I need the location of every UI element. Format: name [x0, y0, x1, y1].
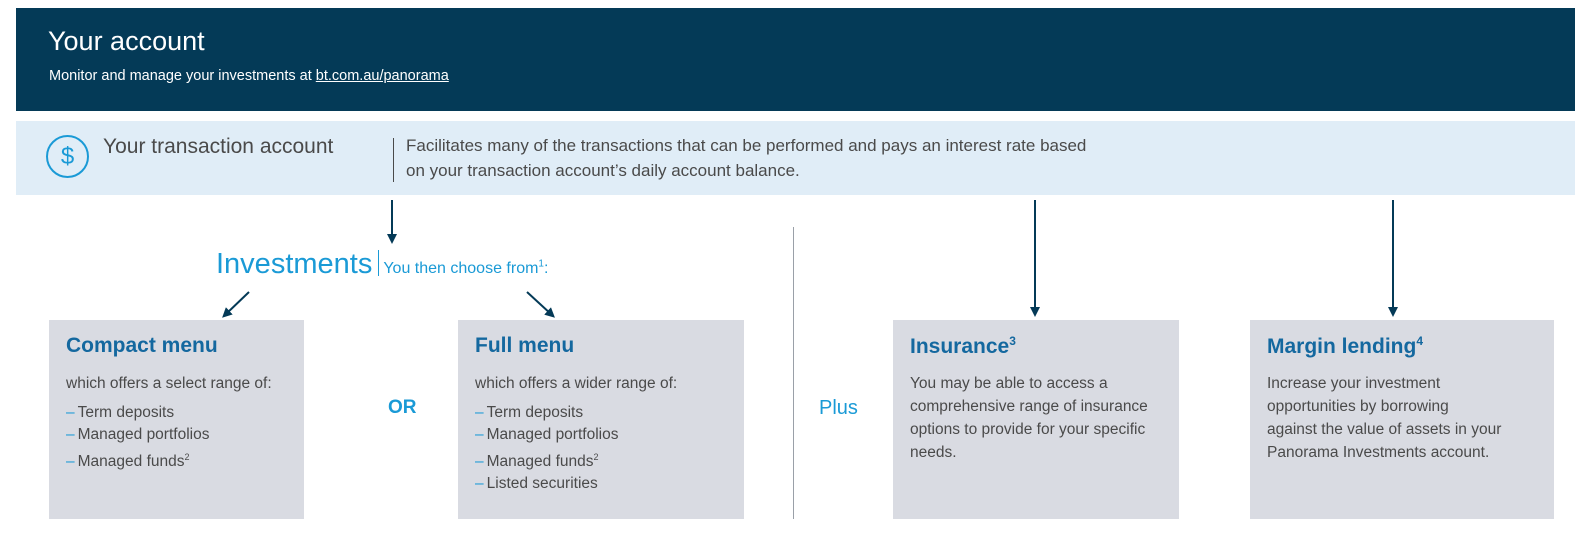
list-item-label: Managed portfolios	[486, 426, 619, 443]
margin-lending-box: Margin lending4 Increase your investment…	[1250, 320, 1554, 519]
list-item-label: Managed funds	[77, 453, 185, 471]
full-menu-list: – Term deposits – Managed portfolios – Mana…	[475, 402, 618, 495]
footnote-4: 4	[1416, 334, 1424, 348]
footnote-2: 2	[184, 452, 190, 462]
compact-menu-list: – Term deposits – Managed portfolios – Mana…	[66, 402, 209, 473]
margin-lending-text: Increase your investment opportunities b…	[1267, 375, 1502, 461]
footnote-2: 2	[593, 452, 599, 462]
investments-heading: Investments You then choose from1:	[216, 248, 548, 281]
investments-title: Investments	[216, 248, 373, 280]
arrow-to-compact-menu	[222, 291, 250, 318]
dash-marker: –	[475, 453, 484, 471]
dash-marker: –	[66, 404, 75, 421]
list-item-label: Term deposits	[486, 404, 584, 421]
margin-lending-title: Margin lending4	[1267, 334, 1423, 359]
compact-menu-intro: which offers a select range of:	[66, 375, 272, 392]
full-menu-intro: which offers a wider range of:	[475, 375, 678, 392]
compact-menu-box: Compact menu which offers a select range…	[49, 320, 304, 519]
dash-marker: –	[475, 426, 484, 443]
insurance-box: Insurance3 You may be able to access a c…	[893, 320, 1179, 519]
list-item: – Managed funds2	[66, 446, 209, 473]
arrow-to-full-menu	[526, 291, 555, 318]
list-item: – Managed funds2	[475, 446, 618, 473]
list-item: – Managed portfolios	[475, 424, 618, 446]
list-item-label: Managed funds	[486, 453, 594, 471]
plus-label: Plus	[819, 397, 858, 419]
dash-marker: –	[475, 404, 484, 421]
full-menu-box: Full menu which offers a wider range of:…	[458, 320, 744, 519]
dash-marker: –	[475, 475, 484, 493]
compact-menu-title: Compact menu	[66, 334, 218, 357]
list-item-label: Term deposits	[77, 404, 175, 421]
footnote-3: 3	[1009, 334, 1016, 348]
investments-divider	[378, 250, 380, 276]
list-item: – Managed portfolios	[66, 424, 209, 446]
list-item: – Term deposits	[475, 402, 618, 424]
list-item: – Term deposits	[66, 402, 209, 424]
list-item-label: Listed securities	[486, 475, 598, 493]
or-label: OR	[388, 397, 417, 418]
insurance-text: You may be able to access a comprehensiv…	[910, 375, 1148, 461]
dash-marker: –	[66, 426, 75, 443]
list-item-label: Managed portfolios	[77, 426, 210, 443]
section-divider	[793, 227, 794, 519]
investments-subtitle-text: You then choose from	[383, 260, 539, 277]
dash-marker: –	[66, 453, 75, 471]
margin-lending-title-text: Margin lending	[1267, 335, 1417, 358]
list-item: – Listed securities	[475, 473, 618, 495]
investments-subtitle: You then choose from1:	[383, 259, 549, 277]
insurance-title-text: Insurance	[910, 335, 1010, 358]
insurance-title: Insurance3	[910, 334, 1016, 359]
full-menu-title: Full menu	[475, 334, 575, 357]
investments-subtitle-colon: :	[543, 260, 549, 277]
